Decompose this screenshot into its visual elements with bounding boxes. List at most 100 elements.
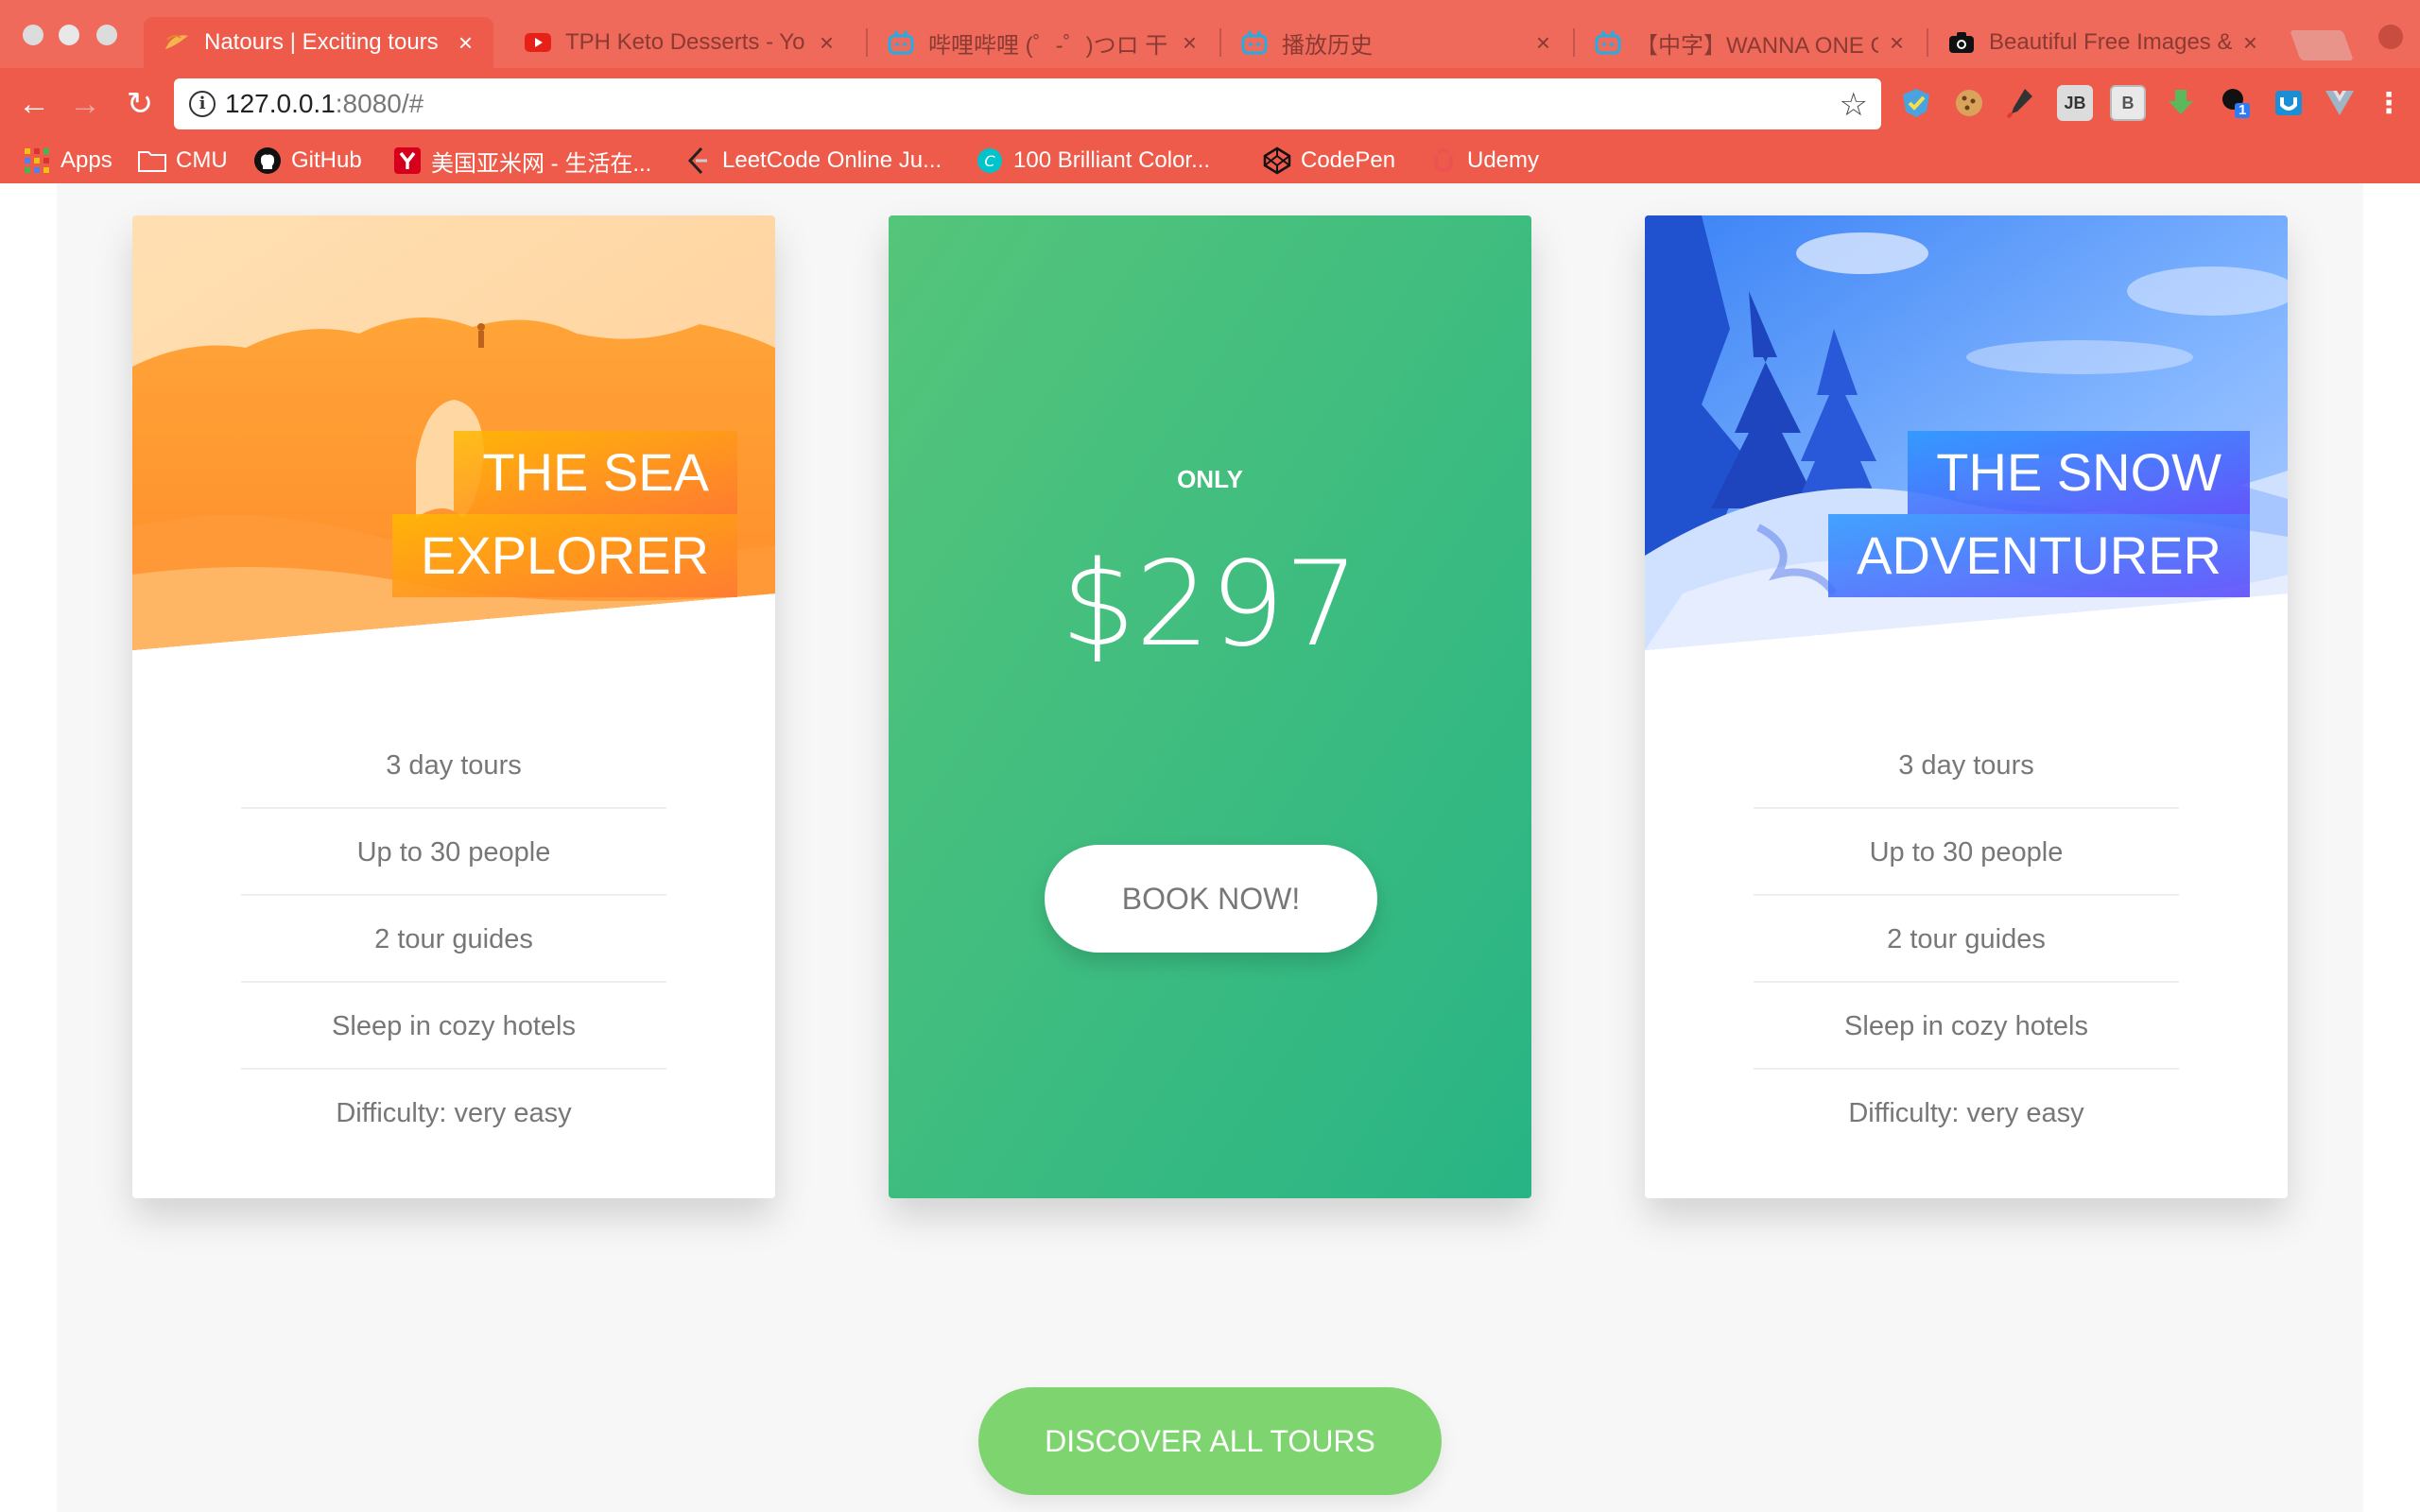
bookmark-udemy[interactable]: Udemy	[1429, 144, 1539, 178]
site-info-icon[interactable]: i	[189, 91, 216, 117]
tab-title: Natours | Exciting tours	[204, 29, 439, 55]
tab-youtube[interactable]: TPH Keto Desserts - Yo ×	[505, 17, 855, 68]
window-minimize-control[interactable]	[59, 25, 79, 45]
bookmark-star-icon[interactable]: ☆	[1840, 86, 1868, 124]
github-icon	[253, 146, 282, 175]
tab-title: 【中字】WANNA ONE G	[1635, 32, 1878, 59]
reload-icon[interactable]: ↻	[121, 85, 159, 123]
bookmark-label: 美国亚米网 - 生活在...	[431, 150, 652, 177]
menu-dots-icon[interactable]: ⋮	[2371, 85, 2407, 121]
pocket-ext-icon[interactable]	[2271, 85, 2307, 121]
natours-leaf-icon	[163, 28, 191, 57]
tour-detail-item: 3 day tours	[1754, 722, 2179, 809]
tab-title: Beautiful Free Images &	[1989, 29, 2232, 55]
tab-close-icon[interactable]: ×	[1183, 28, 1197, 58]
bookmark-github[interactable]: GitHub	[253, 144, 362, 178]
tour-card-price: Only $297 Book now!	[889, 215, 1531, 1198]
vue-ext-icon[interactable]	[2322, 85, 2358, 121]
bookmark-label: Apps	[60, 147, 112, 173]
cookie-ext-icon[interactable]	[1951, 85, 1987, 121]
bookmark-label: LeetCode Online Ju...	[722, 147, 942, 173]
apps-grid-icon	[23, 146, 51, 175]
tab-title: 哔哩哔哩 (゜-゜)つロ 干	[928, 32, 1168, 59]
badge-ext-icon[interactable]: 1	[2218, 85, 2254, 121]
bookmark-label: GitHub	[291, 147, 362, 173]
download-ext-icon[interactable]	[2163, 85, 2199, 121]
tab-close-icon[interactable]: ×	[2243, 28, 2257, 58]
tour-detail-item: Sleep in cozy hotels	[241, 983, 666, 1070]
bookmark-codepen[interactable]: CodePen	[1263, 144, 1395, 178]
tour-card-heading-line: The Snow	[1908, 431, 2250, 514]
bilibili-icon	[887, 28, 915, 57]
codepen-icon	[1263, 146, 1291, 175]
browser-tabstrip: Natours | Exciting tours × TPH Keto Dess…	[0, 0, 2420, 68]
canva-icon: C	[976, 146, 1004, 175]
tour-card-snow-adventurer: The Snow Adventurer 3 day tours Up to 30…	[1645, 215, 2288, 1198]
b-ext-label: B	[2121, 93, 2135, 112]
profile-avatar[interactable]	[2378, 25, 2403, 49]
eyedropper-ext-icon[interactable]	[2002, 85, 2038, 121]
bookmark-label: Udemy	[1467, 147, 1540, 173]
bookmark-label: CMU	[176, 147, 228, 173]
tab-close-icon[interactable]: ×	[1536, 28, 1550, 58]
tour-detail-item: Difficulty: very easy	[336, 1098, 572, 1128]
bookmark-label: 100 Brilliant Color...	[1013, 147, 1211, 173]
bilibili-icon	[1240, 28, 1269, 57]
tab-close-icon[interactable]: ×	[1890, 28, 1904, 58]
bookmark-label: CodePen	[1301, 147, 1396, 173]
b-ext-icon[interactable]: B	[2110, 85, 2146, 121]
tour-card-details: 3 day tours Up to 30 people 2 tour guide…	[1754, 722, 2179, 1157]
bookmark-leetcode[interactable]: LeetCode Online Ju...	[684, 144, 942, 178]
bookmark-yamibuy[interactable]: 美国亚米网 - 生活在...	[393, 144, 651, 178]
tab-bilibili-wannaone[interactable]: 【中字】WANNA ONE G ×	[1575, 17, 1925, 68]
tab-bilibili-history[interactable]: 播放历史 ×	[1221, 17, 1571, 68]
tour-card-heading: The Snow Adventurer	[1828, 431, 2250, 597]
url-path: :8080/#	[335, 89, 424, 118]
tour-detail-item: Sleep in cozy hotels	[1754, 983, 2179, 1070]
browser-toolbar: ← → ↻ i 127.0.0.1:8080/# ☆ JB B 1 ⋮	[0, 68, 2420, 140]
camera-icon	[1947, 28, 1976, 57]
tour-card-heading-line: The Sea	[454, 431, 737, 514]
bookmarks-bar: Apps CMU GitHub 美国亚米网 - 生活在... LeetCode …	[0, 140, 2420, 183]
yamibuy-icon	[393, 146, 422, 175]
price-only-label: Only	[1177, 465, 1243, 493]
shield-ext-icon[interactable]	[1898, 85, 1934, 121]
tab-close-icon[interactable]: ×	[458, 28, 473, 58]
bookmark-cmu[interactable]: CMU	[138, 144, 228, 178]
forward-arrow-icon[interactable]: →	[66, 85, 104, 123]
tour-card-sea-explorer: The Sea Explorer 3 day tours Up to 30 pe…	[132, 215, 775, 1198]
window-close-control[interactable]	[23, 25, 43, 45]
new-tab-button[interactable]	[2290, 30, 2354, 60]
tab-title: 播放历史	[1282, 32, 1373, 59]
back-arrow-icon[interactable]: ←	[15, 85, 53, 123]
tab-bilibili-home[interactable]: 哔哩哔哩 (゜-゜)つロ 干 ×	[868, 17, 1218, 68]
address-bar[interactable]: i 127.0.0.1:8080/# ☆	[174, 78, 1881, 129]
tour-detail-item: 2 tour guides	[1754, 896, 2179, 983]
tour-detail-item: 2 tour guides	[241, 896, 666, 983]
svg-text:C: C	[984, 152, 995, 170]
youtube-icon	[524, 28, 552, 57]
book-now-button[interactable]: Book now!	[1045, 845, 1377, 953]
tours-section: The Sea Explorer 3 day tours Up to 30 pe…	[57, 183, 2363, 1512]
jb-ext-icon[interactable]: JB	[2057, 85, 2093, 121]
tab-free-images[interactable]: Beautiful Free Images & ×	[1928, 17, 2278, 68]
tour-card-heading-line: Explorer	[392, 514, 737, 597]
tour-detail-item: Up to 30 people	[1754, 809, 2179, 896]
window-zoom-control[interactable]	[96, 25, 117, 45]
tab-close-icon[interactable]: ×	[820, 28, 834, 58]
bookmark-canva[interactable]: C 100 Brilliant Color...	[976, 144, 1210, 178]
ext-badge-count: 1	[2238, 102, 2247, 118]
tab-natours[interactable]: Natours | Exciting tours ×	[144, 17, 493, 68]
tour-detail-item: 3 day tours	[241, 722, 666, 809]
folder-icon	[138, 146, 166, 175]
tour-card-heading: The Sea Explorer	[392, 431, 737, 597]
url-text[interactable]: 127.0.0.1:8080/#	[225, 89, 424, 119]
tour-card-details: 3 day tours Up to 30 people 2 tour guide…	[241, 722, 666, 1157]
tour-detail-item: Up to 30 people	[241, 809, 666, 896]
tour-card-heading-line: Adventurer	[1828, 514, 2250, 597]
leetcode-icon	[684, 146, 713, 175]
discover-all-tours-button[interactable]: Discover all tours	[978, 1387, 1442, 1495]
bookmark-apps[interactable]: Apps	[23, 144, 112, 178]
tour-detail-item: Difficulty: very easy	[1848, 1098, 2084, 1128]
udemy-icon	[1429, 146, 1458, 175]
